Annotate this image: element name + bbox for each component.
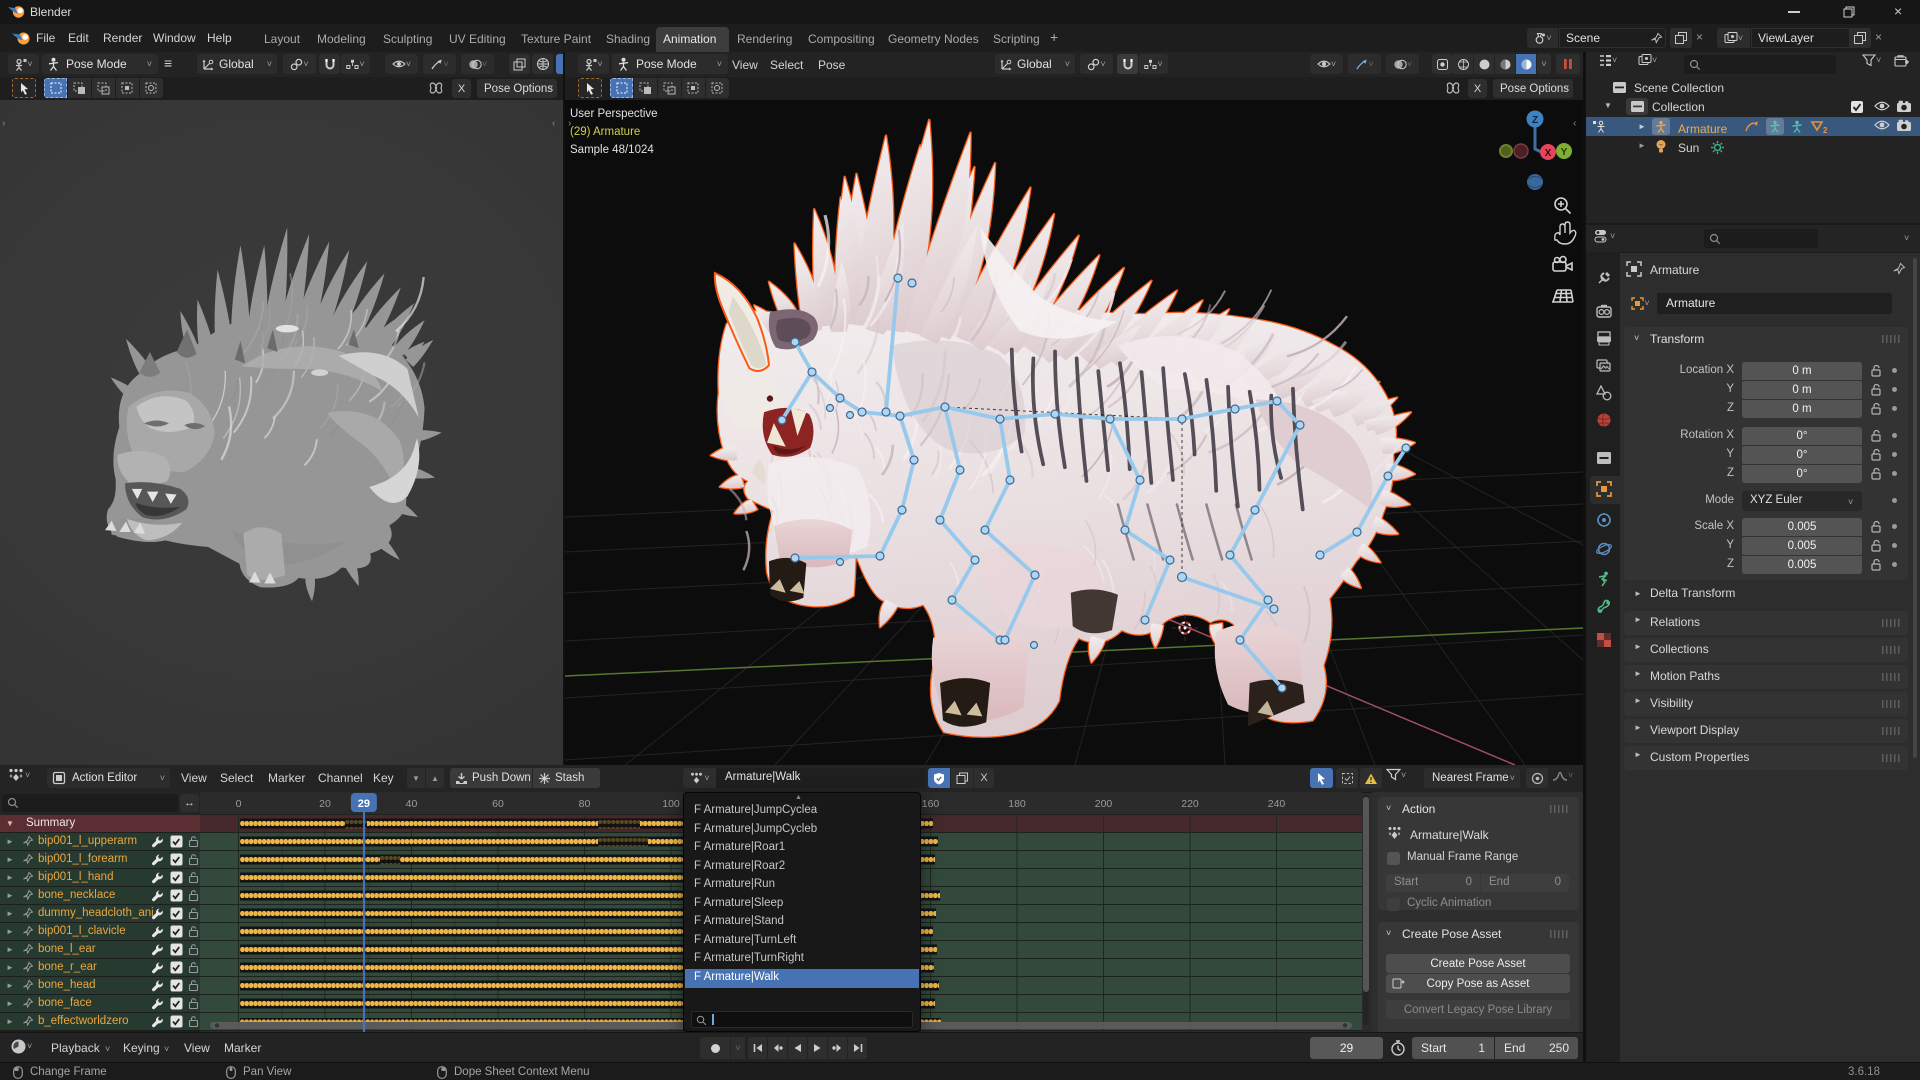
svg-text:160: 160 — [922, 798, 940, 810]
svg-text:20: 20 — [319, 798, 331, 810]
svg-text:Y: Y — [1561, 147, 1568, 158]
svg-text:180: 180 — [1008, 798, 1026, 810]
svg-text:240: 240 — [1268, 798, 1286, 810]
svg-text:220: 220 — [1181, 798, 1199, 810]
svg-text:80: 80 — [579, 798, 591, 810]
svg-text:Z: Z — [1532, 115, 1538, 126]
svg-text:2: 2 — [1823, 126, 1828, 135]
svg-text:100: 100 — [662, 798, 680, 810]
svg-text:0: 0 — [236, 798, 242, 810]
svg-text:X: X — [1545, 148, 1552, 159]
svg-text:29: 29 — [358, 798, 370, 810]
svg-text:40: 40 — [406, 798, 418, 810]
svg-text:60: 60 — [492, 798, 504, 810]
svg-text:200: 200 — [1095, 798, 1113, 810]
